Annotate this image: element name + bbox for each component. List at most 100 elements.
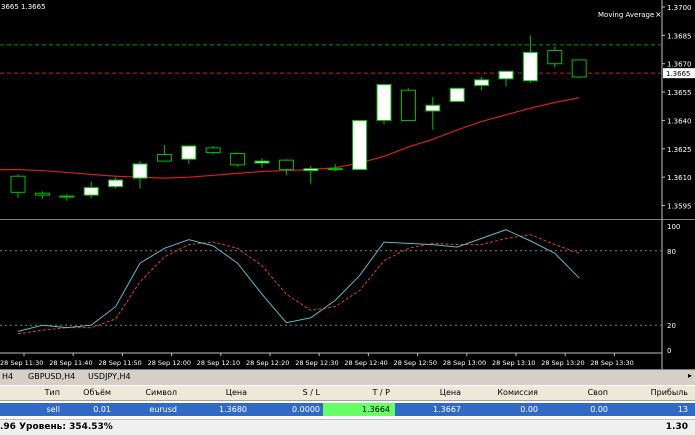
- header-swap[interactable]: Своп: [588, 388, 608, 397]
- price-axis-label: 1.3640: [667, 117, 692, 125]
- candle: [449, 87, 465, 103]
- time-axis-label: 28 Sep 12:40: [344, 359, 387, 367]
- header-price[interactable]: Цена: [226, 388, 247, 397]
- candle-body: [474, 79, 490, 86]
- candle-body: [83, 187, 99, 196]
- stochastic-chart[interactable]: 100 80 20 0 28 Sep 11:30 28 Sep 11:40 28 Sep 1…: [0, 219, 695, 369]
- candle: [547, 46, 563, 68]
- time-axis-label: 28 Sep 13:00: [443, 359, 486, 367]
- candle-body: [132, 163, 148, 179]
- candle: [181, 145, 197, 164]
- candle-body: [547, 49, 563, 65]
- candle-body: [59, 195, 75, 198]
- time-axis-label: 28 Sep 11:50: [98, 359, 141, 367]
- candle-body: [303, 168, 319, 172]
- candle: [303, 165, 319, 184]
- scroll-right-icon[interactable]: ▸: [688, 371, 692, 380]
- candle-body: [205, 147, 221, 154]
- candle-body: [156, 153, 172, 162]
- account-summary: .96 Уровень: 354.53% 1.30: [0, 419, 695, 435]
- candle: [352, 119, 368, 171]
- price-axis-label: 1.3670: [667, 61, 692, 69]
- order-tp: 1.3664: [362, 405, 390, 414]
- candle-body: [181, 145, 197, 160]
- osc-level-label: 20: [667, 322, 676, 330]
- symbol-price-label: 3665 1.3665: [1, 3, 46, 11]
- time-axis-label: 28 Sep 11:30: [0, 359, 43, 367]
- candle-body: [34, 192, 50, 196]
- header-type[interactable]: Тип: [45, 388, 60, 397]
- price-tag: 1.3665: [666, 70, 691, 78]
- stochastic-main-line: [17, 229, 580, 332]
- candle: [400, 88, 416, 121]
- header-volume[interactable]: Объём: [83, 388, 111, 397]
- candle: [498, 70, 514, 87]
- time-axis-label: 28 Sep 12:20: [246, 359, 289, 367]
- price-axis-label: 1.3595: [667, 203, 692, 211]
- candle: [571, 59, 587, 78]
- terminal-header: Тип Объём Символ Цена S / L T / P Цена К…: [0, 386, 695, 401]
- candle: [34, 191, 50, 199]
- time-axis-label: 28 Sep 12:30: [295, 359, 338, 367]
- candle-body: [278, 159, 294, 171]
- price-axis-label: 1.3685: [667, 32, 692, 40]
- header-sl[interactable]: S / L: [303, 388, 320, 397]
- candle-body: [571, 59, 587, 78]
- candle-body: [425, 104, 441, 112]
- price-chart-canvas[interactable]: 1.3700 1.3685 1.3670 1.3655 1.3640 1.3625 1.36…: [0, 0, 695, 219]
- time-axis-label: 28 Sep 13:20: [541, 359, 584, 367]
- chart-tab-usdjpy[interactable]: USDJPY,H4: [88, 372, 131, 381]
- close-icon[interactable]: ×: [655, 10, 662, 19]
- header-commission[interactable]: Комиссия: [497, 388, 538, 397]
- price-axis-label: 1.3700: [667, 4, 692, 12]
- candle: [132, 161, 148, 189]
- price-chart[interactable]: 1.3700 1.3685 1.3670 1.3655 1.3640 1.3625 1.36…: [0, 0, 695, 219]
- order-volume: 0.01: [93, 405, 111, 414]
- chart-tab-h4[interactable]: H4: [2, 372, 13, 381]
- candle: [474, 76, 490, 91]
- chart-tab-gbpusd[interactable]: GBPUSD,H4: [28, 372, 75, 381]
- header-price-current[interactable]: Цена: [440, 388, 461, 397]
- time-axis-label: 28 Sep 12:10: [197, 359, 240, 367]
- candle: [376, 83, 392, 125]
- candle-body: [254, 160, 270, 164]
- order-type: sell: [46, 405, 60, 414]
- stochastic-chart-canvas[interactable]: 100 80 20 0 28 Sep 11:30 28 Sep 11:40 28 Sep 1…: [0, 219, 695, 369]
- header-symbol[interactable]: Символ: [145, 388, 177, 397]
- candle-body: [498, 70, 514, 80]
- order-sl: 0.0000: [292, 405, 320, 414]
- margin-level: .96 Уровень: 354.53%: [0, 422, 113, 432]
- trade-terminal: Тип Объём Символ Цена S / L T / P Цена К…: [0, 385, 695, 435]
- candle: [425, 96, 441, 130]
- candle-body: [449, 87, 465, 103]
- order-symbol: eurusd: [149, 405, 177, 414]
- candle-body: [352, 119, 368, 171]
- order-row[interactable]: sell 0.01 eurusd 1.3680 0.0000 1.3664 1.…: [0, 403, 695, 416]
- time-axis-label: 28 Sep 12:00: [148, 359, 191, 367]
- candle-body: [522, 51, 538, 82]
- price-axis-label: 1.3655: [667, 89, 692, 97]
- candle: [230, 152, 246, 167]
- header-profit[interactable]: Прибыль: [651, 388, 688, 397]
- candle: [205, 145, 221, 155]
- osc-level-label: 100: [667, 223, 680, 231]
- candle-body: [327, 168, 343, 171]
- candle: [83, 181, 99, 198]
- candle-body: [400, 89, 416, 121]
- indicator-label: Moving Average: [598, 11, 654, 19]
- time-axis-label: 28 Sep 12:50: [394, 359, 437, 367]
- candle: [10, 174, 26, 198]
- header-tp[interactable]: T / P: [373, 388, 391, 397]
- candle-body: [230, 153, 246, 166]
- order-price: 1.3680: [219, 405, 247, 414]
- candle: [156, 145, 172, 162]
- candle-body: [376, 84, 392, 121]
- chart-tabs: H4 GBPUSD,H4 USDJPY,H4 ▸: [0, 369, 695, 385]
- candle: [278, 159, 294, 176]
- total-profit: 1.30: [665, 422, 688, 432]
- time-axis-label: 28 Sep 13:10: [492, 359, 535, 367]
- order-commission: 0.00: [520, 405, 538, 414]
- candle: [108, 177, 124, 189]
- price-axis-label: 1.3625: [667, 146, 692, 154]
- candle-body: [10, 175, 26, 193]
